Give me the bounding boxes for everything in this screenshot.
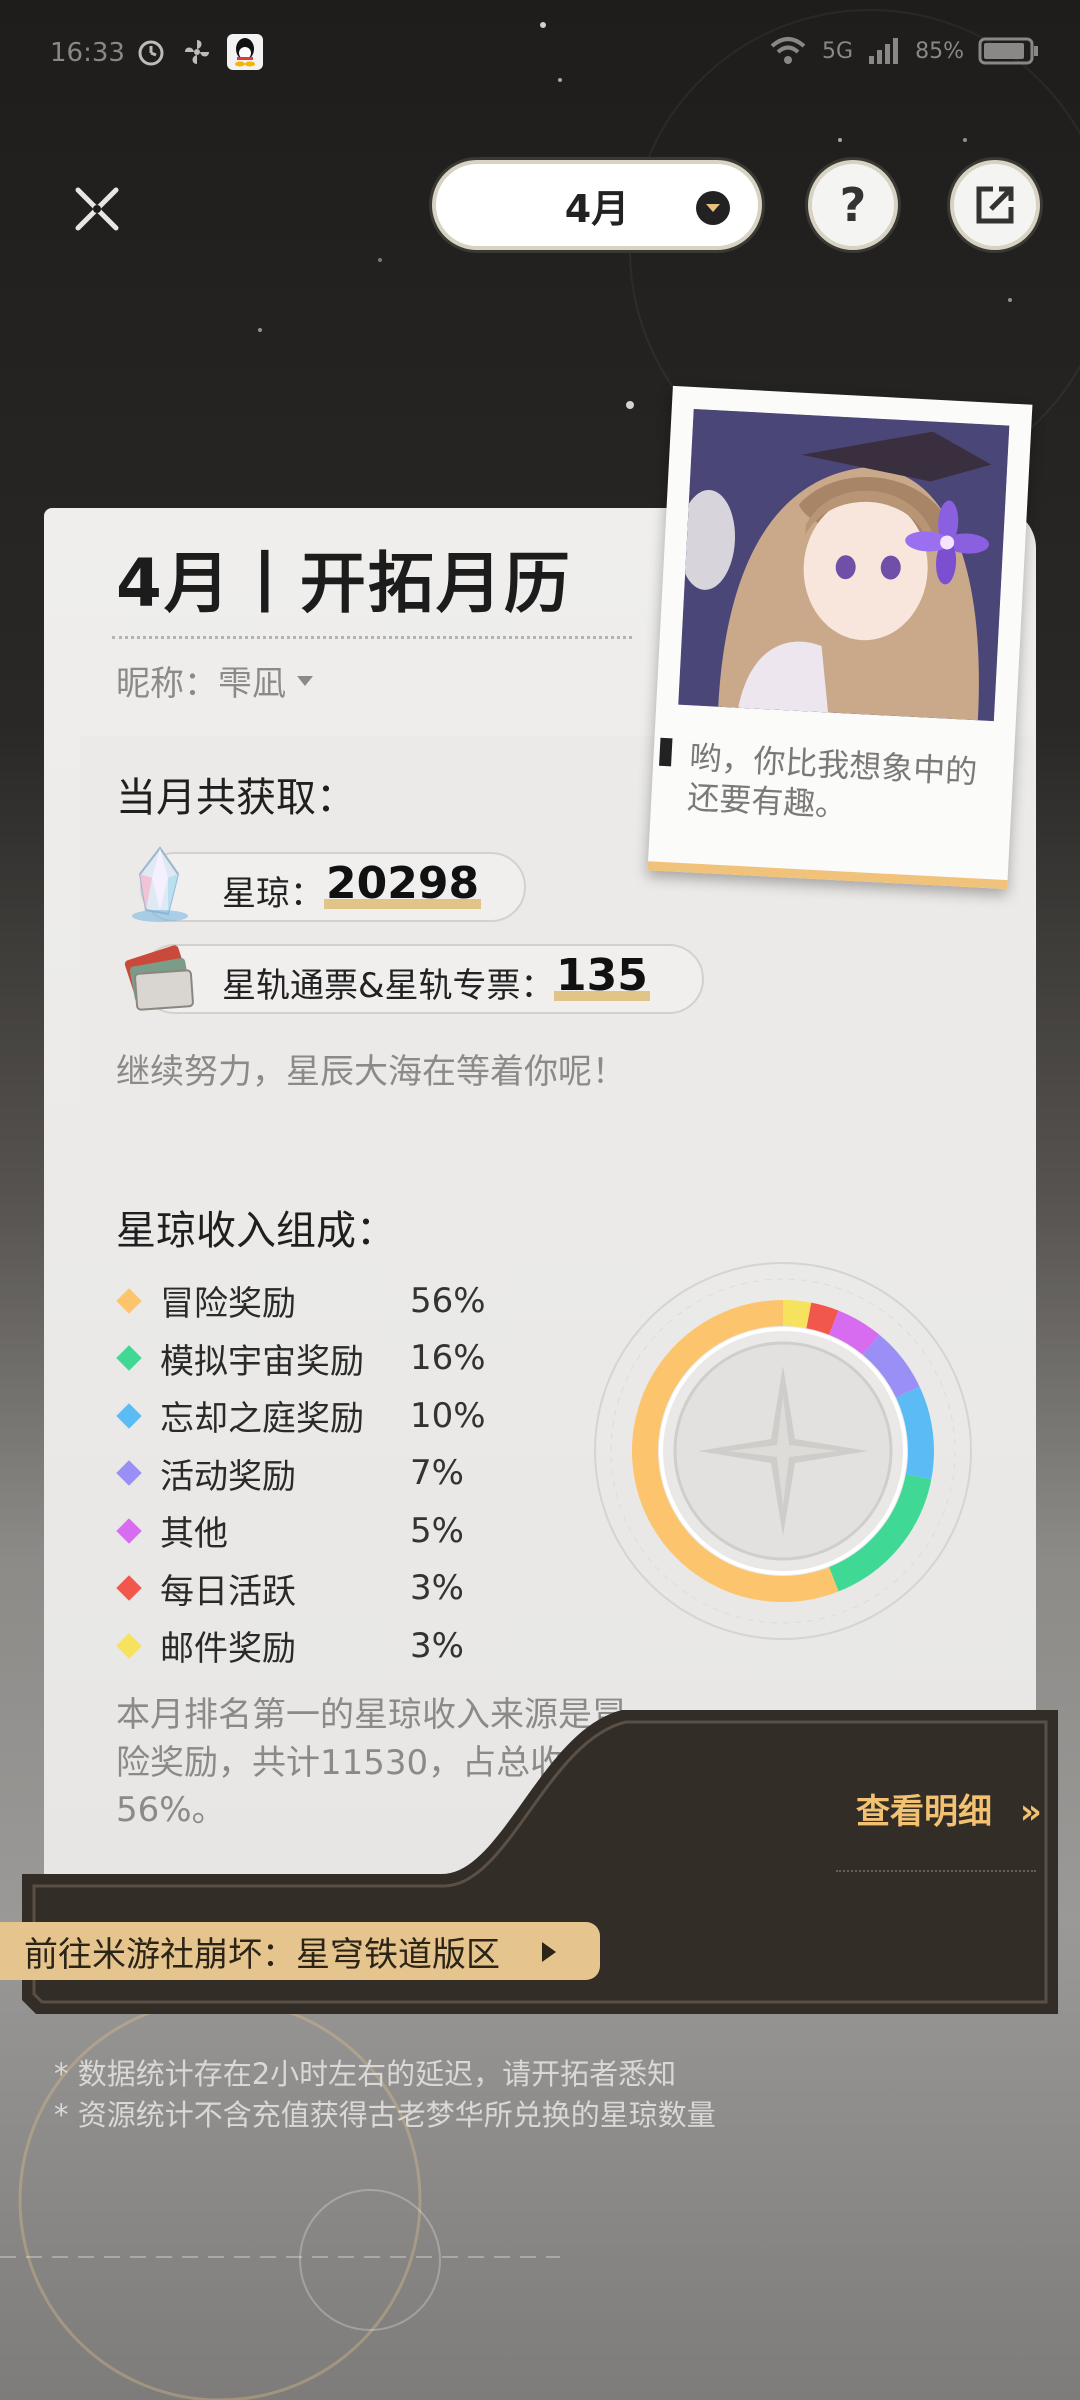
income-heading: 星琼收入组成：	[116, 1208, 396, 1254]
footnotes: * 数据统计存在2小时左右的延迟，请开拓者悉知 * 资源统计不含充值获得古老梦华…	[54, 2054, 716, 2136]
share-button[interactable]	[950, 160, 1040, 250]
legend-diamond-icon	[116, 1403, 142, 1429]
legend-item: 邮件奖励 3%	[116, 1617, 486, 1675]
encourage-text: 继续努力，星辰大海在等着你呢！	[116, 1052, 626, 1092]
legend-percent: 16%	[410, 1338, 486, 1379]
obtained-heading: 当月共获取：	[116, 775, 356, 821]
donut-slice	[806, 1302, 839, 1335]
legend-percent: 10%	[410, 1395, 486, 1436]
donut-slice	[895, 1386, 934, 1480]
battery-percent: 85%	[915, 38, 964, 64]
nickname-value: 雫凪	[218, 664, 286, 704]
close-button[interactable]	[64, 176, 130, 242]
legend-item: 每日活跃 3%	[116, 1560, 486, 1618]
nickname-label: 昵称：	[116, 664, 218, 704]
legend-item: 活动奖励 7%	[116, 1445, 486, 1503]
legend-percent: 3%	[410, 1568, 464, 1609]
character-portrait	[678, 409, 1010, 722]
details-divider	[836, 1870, 1036, 1872]
legend-item: 其他 5%	[116, 1502, 486, 1560]
stellar-jade-value: 20298	[324, 858, 482, 909]
chevron-down-icon	[297, 675, 313, 686]
battery-icon	[978, 37, 1038, 65]
legend-diamond-icon	[116, 1345, 142, 1371]
month-selector[interactable]: 4月	[432, 160, 762, 250]
legend-percent: 56%	[410, 1280, 486, 1321]
view-details-label: 查看明细	[856, 1792, 992, 1832]
fan-icon	[185, 40, 209, 64]
pass-value: 135	[554, 950, 650, 1001]
alarm-icon	[138, 40, 164, 66]
pass-label: 星轨通票&星轨专票：	[222, 966, 555, 1006]
legend-diamond-icon	[116, 1518, 142, 1544]
share-icon	[976, 186, 1014, 224]
polaroid-quote: 哟，你比我想象中的还要有趣。	[686, 738, 979, 825]
legend-percent: 5%	[410, 1510, 464, 1551]
income-legend: 冒险奖励 56% 模拟宇宙奖励 16% 忘却之庭奖励 10% 活动奖励 7% 其他 5% 每日活跃 3…	[116, 1272, 486, 1675]
legend-label: 冒险奖励	[160, 1284, 296, 1325]
legend-diamond-icon	[116, 1575, 142, 1601]
status-time: 16:33	[50, 38, 125, 68]
footnote-exclusion: * 资源统计不含充值获得古老梦华所兑换的星琼数量	[54, 2098, 716, 2133]
legend-label: 其他	[160, 1514, 228, 1555]
legend-diamond-icon	[116, 1288, 142, 1314]
donut-slice	[782, 1300, 812, 1329]
legend-percent: 3%	[410, 1625, 464, 1666]
donut-slice	[862, 1334, 920, 1399]
view-details-link[interactable]: 查看明细 »	[856, 1784, 1042, 1833]
character-polaroid: 哟，你比我想象中的还要有趣。	[647, 385, 1033, 890]
page-title: 4月丨开拓月历	[116, 545, 572, 622]
wifi-icon	[770, 37, 806, 64]
close-icon	[75, 187, 119, 231]
nickname-selector[interactable]: 昵称： 雫凪	[116, 656, 314, 705]
network-type: 5G	[822, 38, 854, 64]
help-icon: ?	[839, 178, 867, 232]
legend-label: 模拟宇宙奖励	[160, 1341, 364, 1382]
legend-item: 模拟宇宙奖励 16%	[116, 1330, 486, 1388]
star-rail-pass-icon	[124, 945, 194, 1011]
legend-label: 每日活跃	[160, 1571, 296, 1612]
footnote-delay: * 数据统计存在2小时左右的延迟，请开拓者悉知	[54, 2057, 677, 2091]
goto-community-label: 前往米游社崩坏：星穹铁道版区	[24, 1934, 500, 1975]
title-divider	[112, 636, 632, 640]
legend-diamond-icon	[116, 1460, 142, 1486]
legend-diamond-icon	[116, 1633, 142, 1659]
chevron-down-icon	[696, 191, 730, 225]
play-arrow-icon	[542, 1942, 556, 1962]
legend-percent: 7%	[410, 1453, 464, 1494]
legend-label: 邮件奖励	[160, 1629, 296, 1670]
help-button[interactable]: ?	[808, 160, 898, 250]
double-chevron-right-icon: »	[1019, 1792, 1042, 1832]
quote-marker	[659, 737, 673, 767]
legend-label: 忘却之庭奖励	[160, 1399, 364, 1440]
legend-label: 活动奖励	[160, 1456, 296, 1497]
month-selector-value: 4月	[564, 186, 630, 231]
income-donut-chart	[594, 1262, 972, 1640]
goto-community-button[interactable]: 前往米游社崩坏：星穹铁道版区	[0, 1922, 600, 1980]
status-bar: 16:33 5G 85%	[0, 0, 1080, 110]
signal-icon	[869, 38, 899, 64]
qq-icon	[227, 34, 263, 70]
stellar-jade-label: 星琼：	[222, 874, 324, 914]
legend-item: 冒险奖励 56%	[116, 1272, 486, 1330]
stellar-jade-icon	[132, 846, 188, 922]
legend-item: 忘却之庭奖励 10%	[116, 1387, 486, 1445]
